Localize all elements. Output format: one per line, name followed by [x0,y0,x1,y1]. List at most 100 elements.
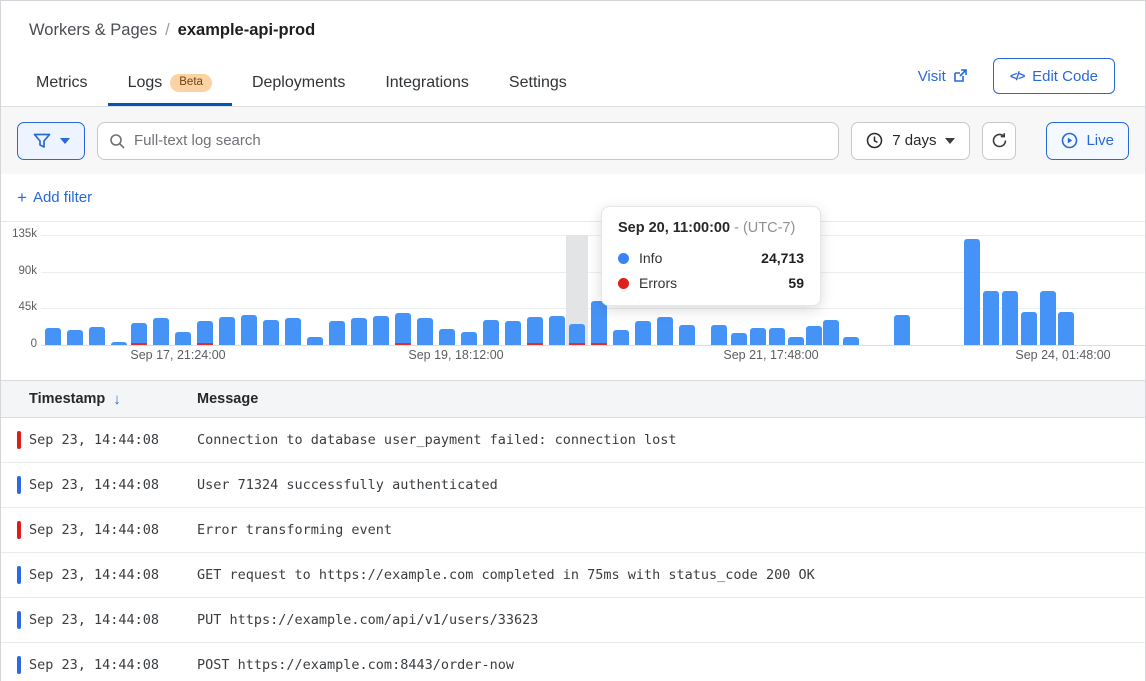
tab-deployments-label: Deployments [252,74,345,92]
chart-bar[interactable] [439,329,455,345]
chart-bar[interactable] [788,337,804,345]
chart-bar[interactable] [175,332,191,345]
chart-bar-errors-segment [197,343,213,345]
chart-bar[interactable] [806,326,822,345]
table-row[interactable]: Sep 23, 14:44:08User 71324 successfully … [1,463,1145,508]
info-level-indicator [17,611,21,629]
chart-bar[interactable] [483,320,499,345]
chart-bar[interactable] [505,321,521,345]
column-header-timestamp[interactable]: Timestamp ↓ [1,391,197,408]
chart-bar[interactable] [219,317,235,345]
chart-bar[interactable] [351,318,367,345]
chart-bar[interactable] [241,315,257,345]
live-label: Live [1086,132,1114,149]
chart-bar[interactable] [1040,291,1056,345]
chart-bar[interactable] [679,325,695,345]
chart-bar-errors-segment [131,343,147,345]
gridline [41,345,1145,346]
chart-bar[interactable] [373,316,389,345]
info-level-indicator [17,566,21,584]
chart-bar[interactable] [769,328,785,345]
full-text-log-search-input[interactable] [97,122,839,160]
tooltip-series-value: 59 [788,275,804,291]
timestamp-header-label: Timestamp [29,391,105,407]
tab-deployments[interactable]: Deployments [232,64,365,106]
header-actions: Visit </> Edit Code [918,58,1145,106]
log-volume-chart: 135k90k45k0Sep 17, 21:24:00Sep 19, 18:12… [1,222,1145,380]
page-header: Workers & Pages / example-api-prod Metri… [1,1,1145,107]
chart-bar[interactable] [983,291,999,345]
tab-settings-label: Settings [509,74,567,92]
tooltip-series-name: Errors [639,275,677,291]
chart-bar[interactable] [823,320,839,345]
chart-bar[interactable] [964,239,980,345]
chart-bar[interactable] [843,337,859,345]
y-axis-tick: 135k [3,228,37,240]
tab-metrics[interactable]: Metrics [29,64,108,106]
chart-bar[interactable] [307,337,323,345]
row-timestamp: Sep 23, 14:44:08 [1,522,197,538]
table-row[interactable]: Sep 23, 14:44:08Error transforming event [1,508,1145,553]
table-row[interactable]: Sep 23, 14:44:08GET request to https://e… [1,553,1145,598]
chart-bar[interactable] [635,321,651,345]
chart-bar[interactable] [731,333,747,345]
add-filter-button[interactable]: + Add filter [17,188,92,208]
filter-dropdown-button[interactable] [17,122,85,160]
chart-bar[interactable] [1058,312,1074,345]
row-timestamp: Sep 23, 14:44:08 [1,477,197,493]
row-message: GET request to https://example.com compl… [197,567,815,583]
chart-bar[interactable] [197,321,213,345]
log-table: Timestamp ↓ Message Sep 23, 14:44:08Conn… [1,380,1145,681]
chevron-down-icon [60,138,70,144]
chart-bar[interactable] [657,317,673,345]
chart-bar-errors-segment [527,343,543,345]
tab-integrations-label: Integrations [385,74,469,92]
chart-bar[interactable] [613,330,629,345]
chart-bar[interactable] [89,327,105,345]
breadcrumb-workers-pages[interactable]: Workers & Pages [29,21,157,40]
tab-settings[interactable]: Settings [489,64,587,106]
time-range-dropdown[interactable]: 7 days [851,122,970,160]
tab-logs[interactable]: Logs Beta [108,64,232,106]
chart-bar[interactable] [329,321,345,345]
table-row[interactable]: Sep 23, 14:44:08Connection to database u… [1,418,1145,463]
chart-bar[interactable] [569,324,585,345]
chart-bar[interactable] [285,318,301,345]
chart-bar[interactable] [417,318,433,345]
chart-bar[interactable] [549,316,565,345]
chart-bar[interactable] [45,328,61,345]
row-message: PUT https://example.com/api/v1/users/336… [197,612,538,628]
table-row[interactable]: Sep 23, 14:44:08POST https://example.com… [1,643,1145,681]
refresh-button[interactable] [982,122,1016,160]
play-circle-icon [1061,132,1078,149]
chart-bar[interactable] [67,330,83,345]
clock-icon [866,132,883,149]
chart-bar[interactable] [111,342,127,345]
tooltip-series-name: Info [639,250,662,266]
visit-link[interactable]: Visit [918,68,967,85]
chart-bar[interactable] [263,320,279,345]
code-icon: </> [1009,69,1025,83]
chart-bar[interactable] [750,328,766,345]
tooltip-timezone: - (UTC-7) [734,220,795,236]
sort-descending-icon[interactable]: ↓ [113,391,121,408]
chart-bar[interactable] [395,313,411,345]
info-level-indicator [17,656,21,674]
edit-code-button[interactable]: </> Edit Code [993,58,1115,94]
live-button[interactable]: Live [1046,122,1129,160]
chart-bar[interactable] [591,301,607,345]
chart-bar[interactable] [1002,291,1018,345]
row-timestamp: Sep 23, 14:44:08 [1,612,197,628]
chart-bar[interactable] [527,317,543,345]
chart-bar[interactable] [153,318,169,345]
chart-bar[interactable] [461,332,477,345]
y-axis-tick: 90k [3,265,37,277]
table-row[interactable]: Sep 23, 14:44:08PUT https://example.com/… [1,598,1145,643]
chart-bar[interactable] [711,325,727,345]
external-link-icon [953,69,967,83]
chart-bar[interactable] [894,315,910,345]
tab-integrations[interactable]: Integrations [365,64,489,106]
chart-bar[interactable] [131,323,147,345]
chart-bar-errors-segment [591,343,607,345]
chart-bar[interactable] [1021,312,1037,345]
